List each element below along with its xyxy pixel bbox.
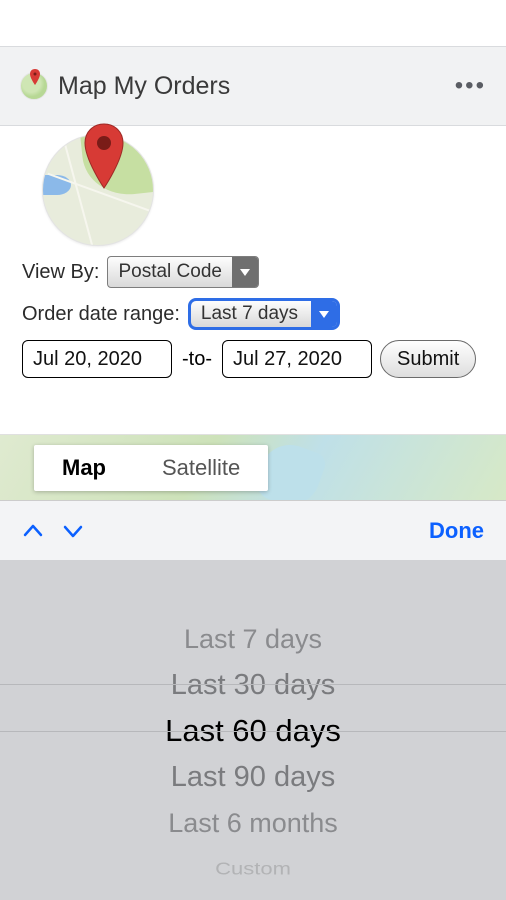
header-left: Map My Orders: [20, 72, 230, 101]
done-button[interactable]: Done: [429, 518, 484, 544]
date-from-input[interactable]: Jul 20, 2020: [22, 340, 172, 378]
date-range-separator: -to-: [180, 348, 214, 371]
tab-satellite[interactable]: Satellite: [134, 445, 268, 491]
picker-option[interactable]: Last 90 days: [171, 754, 335, 800]
picker-accessory-bar: Done: [0, 500, 506, 560]
page-title: Map My Orders: [58, 72, 230, 101]
date-to-value: Jul 27, 2020: [233, 348, 342, 371]
dropdown-arrow-icon: [311, 301, 337, 327]
picker-wheel[interactable]: Last 7 days Last 30 days Last 60 days La…: [0, 560, 506, 900]
map-canvas[interactable]: Map Satellite: [0, 434, 506, 504]
order-date-range-value: Last 7 days: [191, 301, 311, 327]
order-date-range-label: Order date range:: [22, 303, 180, 326]
dropdown-arrow-icon: [232, 257, 258, 287]
view-by-select[interactable]: Postal Code: [107, 256, 259, 288]
more-menu-icon[interactable]: •••: [455, 72, 486, 100]
picker-option[interactable]: Last 7 days: [184, 616, 322, 662]
view-by-label: View By:: [22, 261, 99, 284]
view-by-value: Postal Code: [108, 257, 232, 287]
submit-button[interactable]: Submit: [380, 340, 476, 378]
picker-option[interactable]: Custom: [215, 851, 291, 888]
filter-panel: View By: Postal Code Order date range: L…: [0, 126, 506, 398]
app-logo-large: [42, 134, 154, 246]
chevron-down-icon[interactable]: [62, 520, 84, 542]
tab-map[interactable]: Map: [34, 445, 134, 491]
chevron-up-icon[interactable]: [22, 520, 44, 542]
app-header: Map My Orders •••: [0, 46, 506, 126]
picker-option[interactable]: Last 30 days: [171, 662, 335, 708]
map-pin-icon: [82, 122, 126, 190]
app-logo-small: [20, 72, 48, 100]
date-from-value: Jul 20, 2020: [33, 348, 142, 371]
map-type-control: Map Satellite: [34, 445, 268, 491]
map-pin-icon: [30, 69, 40, 85]
order-date-range-select[interactable]: Last 7 days: [188, 298, 340, 330]
date-to-input[interactable]: Jul 27, 2020: [222, 340, 372, 378]
picker-option[interactable]: Last 6 months: [168, 800, 338, 846]
picker-option-selected[interactable]: Last 60 days: [165, 708, 341, 754]
